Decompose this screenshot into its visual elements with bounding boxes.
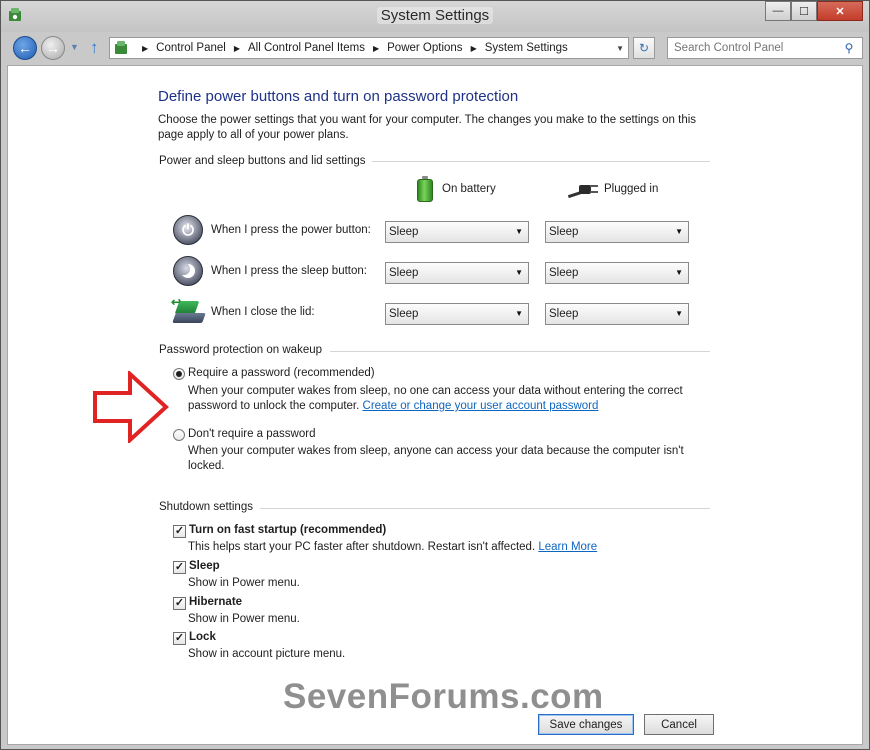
section-divider (330, 351, 710, 352)
chevron-down-icon: ▼ (515, 227, 523, 236)
on-battery-label: On battery (442, 183, 496, 195)
minimize-button[interactable]: — (765, 1, 791, 21)
battery-icon (416, 176, 434, 202)
sleep-option-description: Show in Power menu. (188, 577, 300, 589)
close-lid-battery-select[interactable]: Sleep ▼ (385, 303, 529, 325)
chevron-down-icon: ▼ (515, 268, 523, 277)
breadcrumb-system-settings[interactable]: System Settings (485, 42, 568, 54)
sleep-button-label: When I press the sleep button: (211, 265, 367, 277)
fast-startup-label[interactable]: Turn on fast startup (recommended) (189, 524, 386, 536)
section-divider (260, 508, 710, 509)
require-password-radio[interactable] (173, 368, 185, 380)
forward-arrow-icon: → (46, 40, 60, 56)
sleep-option-label[interactable]: Sleep (189, 560, 220, 572)
power-section-title: Power and sleep buttons and lid settings (159, 155, 366, 167)
navigation-bar: ← → ▼ ↑ ▶ Control Panel ▶ All Control Pa… (1, 32, 869, 65)
chevron-down-icon: ▼ (675, 268, 683, 277)
shutdown-section-title: Shutdown settings (159, 501, 253, 513)
breadcrumb-power-options[interactable]: Power Options (387, 42, 462, 54)
lock-option-label[interactable]: Lock (189, 631, 216, 643)
fast-startup-checkbox[interactable]: ✓ (173, 525, 186, 538)
chevron-down-icon: ▼ (675, 309, 683, 318)
breadcrumb-separator-icon: ▶ (142, 43, 149, 53)
learn-more-link[interactable]: Learn More (538, 541, 597, 553)
search-icon[interactable]: ⚲ (842, 41, 856, 55)
address-bar[interactable]: ▶ Control Panel ▶ All Control Panel Item… (109, 37, 629, 59)
forward-button[interactable]: → (41, 36, 65, 60)
sleep-button-plugged-select[interactable]: Sleep ▼ (545, 262, 689, 284)
breadcrumb-separator-icon: ▶ (470, 43, 477, 53)
chevron-down-icon: ▼ (675, 227, 683, 236)
refresh-button[interactable]: ↻ (633, 37, 655, 59)
sleep-button-battery-select[interactable]: Sleep ▼ (385, 262, 529, 284)
power-button-plugged-select[interactable]: Sleep ▼ (545, 221, 689, 243)
laptop-lid-icon: ↩ (171, 295, 206, 327)
power-plug-icon (567, 180, 598, 199)
refresh-icon: ↻ (638, 41, 650, 55)
change-password-link[interactable]: Create or change your user account passw… (363, 400, 599, 412)
require-password-description: When your computer wakes from sleep, no … (188, 385, 683, 412)
power-button-battery-select[interactable]: Sleep ▼ (385, 221, 529, 243)
page-title: Define power buttons and turn on passwor… (158, 88, 519, 105)
sleep-button-icon (173, 256, 203, 286)
window-controls: — ☐ ✕ (765, 1, 863, 21)
recent-pages-dropdown[interactable]: ▼ (70, 42, 79, 52)
hibernate-checkbox[interactable]: ✓ (173, 597, 186, 610)
lock-checkbox[interactable]: ✓ (173, 632, 186, 645)
dont-require-password-description: When your computer wakes from sleep, any… (188, 445, 684, 472)
title-bar: System Settings — ☐ ✕ (1, 1, 869, 32)
hibernate-option-label[interactable]: Hibernate (189, 596, 242, 608)
content-pane: Define power buttons and turn on passwor… (7, 65, 863, 745)
search-box: ⚲ (667, 37, 863, 59)
maximize-button[interactable]: ☐ (791, 1, 817, 21)
back-button[interactable]: ← (13, 36, 37, 60)
breadcrumb-separator-icon: ▶ (372, 43, 380, 53)
close-button[interactable]: ✕ (817, 1, 863, 21)
power-button-icon: ⏻ (173, 215, 203, 245)
page-intro: Choose the power settings that you want … (158, 114, 697, 141)
on-battery-header: On battery (416, 176, 496, 202)
fast-startup-description: This helps start your PC faster after sh… (188, 541, 598, 553)
chevron-down-icon: ▼ (515, 309, 523, 318)
control-panel-icon (115, 41, 127, 54)
breadcrumb-all-items[interactable]: All Control Panel Items (248, 42, 365, 54)
dont-require-password-label[interactable]: Don't require a password (188, 428, 315, 440)
require-password-label[interactable]: Require a password (recommended) (188, 367, 375, 379)
lock-option-description: Show in account picture menu. (188, 648, 346, 660)
up-button[interactable]: ↑ (90, 38, 99, 58)
plugged-in-header: Plugged in (567, 180, 659, 199)
cancel-button[interactable]: Cancel (644, 714, 714, 735)
breadcrumb-separator-icon: ▶ (233, 43, 240, 53)
save-changes-button[interactable]: Save changes (538, 714, 634, 735)
address-dropdown-icon[interactable]: ▼ (616, 44, 624, 53)
dont-require-password-radio[interactable] (173, 429, 185, 441)
breadcrumb: ▶ Control Panel ▶ All Control Panel Item… (134, 42, 568, 54)
close-lid-plugged-select[interactable]: Sleep ▼ (545, 303, 689, 325)
section-divider (372, 161, 710, 162)
sevenforums-watermark: SevenForums.com (283, 677, 604, 716)
red-arrow-icon (93, 371, 169, 443)
sleep-checkbox[interactable]: ✓ (173, 561, 186, 574)
search-input[interactable] (668, 42, 842, 54)
window-title: System Settings (1, 7, 869, 24)
plugged-in-label: Plugged in (604, 183, 659, 195)
back-arrow-icon: ← (18, 40, 32, 56)
close-lid-label: When I close the lid: (211, 306, 315, 318)
hibernate-option-description: Show in Power menu. (188, 613, 300, 625)
system-settings-window: System Settings — ☐ ✕ ← → ▼ ↑ ▶ Control … (0, 0, 870, 750)
breadcrumb-control-panel[interactable]: Control Panel (156, 42, 226, 54)
power-button-label: When I press the power button: (211, 224, 371, 236)
password-section-title: Password protection on wakeup (159, 344, 323, 356)
